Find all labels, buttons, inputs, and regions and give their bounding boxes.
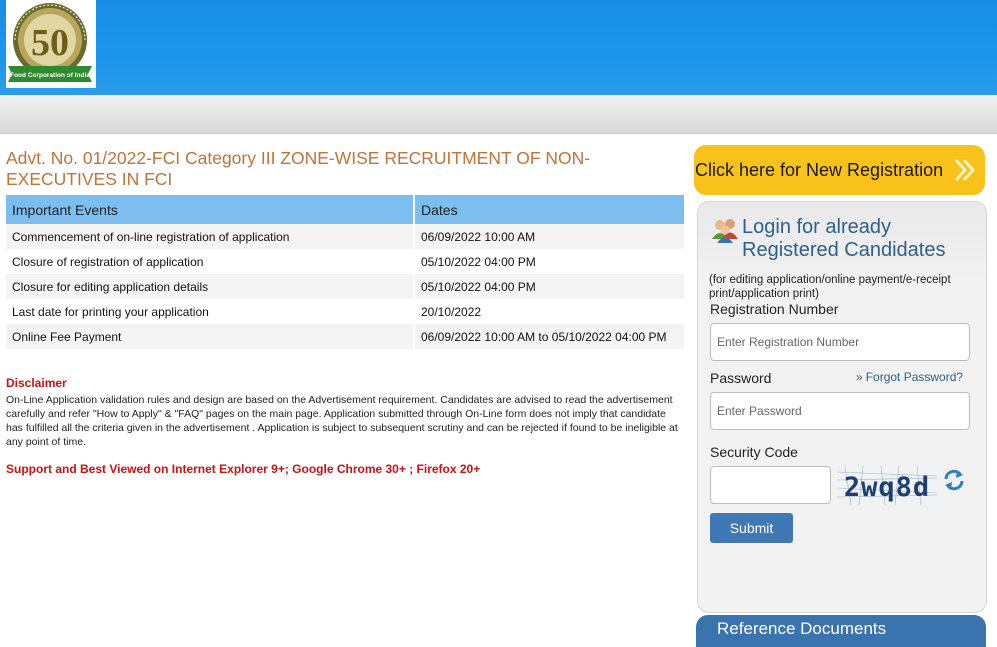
forgot-password-link[interactable]: » Forgot Password?: [856, 370, 963, 384]
registration-number-label: Registration Number: [710, 301, 839, 317]
double-chevron-right-icon: [954, 158, 976, 182]
column-header-events: Important Events: [6, 195, 415, 224]
date-cell: 05/10/2022 04:00 PM: [414, 249, 686, 274]
logo-text-bottom: Food Corporation of India: [10, 72, 90, 79]
disclaimer-text: On-Line Application validation rules and…: [6, 394, 678, 448]
event-cell: Closure for editing application details: [6, 274, 415, 299]
date-cell: 06/09/2022 10:00 AM: [414, 224, 686, 249]
event-cell: Commencement of on-line registration of …: [6, 224, 415, 249]
event-cell: Online Fee Payment: [6, 324, 415, 349]
event-cell: Last date for printing your application: [6, 299, 415, 324]
login-title: Login for already Registered Candidates: [742, 216, 946, 261]
table-row: Commencement of on-line registration of …: [6, 224, 686, 249]
column-header-dates: Dates: [414, 195, 686, 224]
logo-number: 50: [31, 22, 69, 64]
date-cell: 05/10/2022 04:00 PM: [414, 274, 686, 299]
nav-bar: [0, 95, 997, 134]
double-chevron-right-icon: »: [856, 370, 863, 384]
new-registration-label: Click here for New Registration: [695, 160, 944, 180]
password-input[interactable]: [710, 392, 970, 430]
security-code-input[interactable]: [710, 466, 831, 504]
important-events-table: Important Events Dates Commencement of o…: [6, 195, 686, 349]
disclaimer-heading: Disclaimer: [6, 376, 67, 390]
table-header-row: Important Events Dates: [6, 195, 686, 224]
table-row: Closure of registration of application 0…: [6, 249, 686, 274]
reference-documents-label: Reference Documents: [717, 619, 887, 638]
new-registration-button[interactable]: Click here for New Registration: [694, 145, 985, 195]
captcha-text: 2wq8d: [844, 472, 930, 503]
forgot-password-label: Forgot Password?: [865, 370, 964, 384]
table-row: Closure for editing application details …: [6, 274, 686, 299]
registration-number-input[interactable]: [710, 323, 970, 361]
date-cell: 20/10/2022: [414, 299, 686, 324]
header-banner: [0, 0, 997, 95]
reference-documents-header[interactable]: Reference Documents: [696, 615, 986, 647]
event-cell: Closure of registration of application: [6, 249, 415, 274]
page-title: Advt. No. 01/2022-FCI Category III ZONE-…: [6, 148, 591, 189]
table-row: Last date for printing your application …: [6, 299, 686, 324]
browser-support-note: Support and Best Viewed on Internet Expl…: [6, 462, 481, 476]
table-row: Online Fee Payment 06/09/2022 10:00 AM t…: [6, 324, 686, 349]
date-cell: 06/09/2022 10:00 AM to 05/10/2022 04:00 …: [414, 324, 686, 349]
captcha-image: 2wq8d: [836, 465, 938, 506]
users-icon: [712, 219, 738, 243]
login-note: (for editing application/online payment/…: [709, 274, 951, 300]
security-code-label: Security Code: [710, 444, 798, 460]
password-label: Password: [710, 370, 772, 386]
submit-button[interactable]: Submit: [710, 513, 793, 543]
fci-logo[interactable]: 50 Food Corporation of India: [6, 0, 96, 88]
refresh-icon[interactable]: [942, 468, 966, 492]
